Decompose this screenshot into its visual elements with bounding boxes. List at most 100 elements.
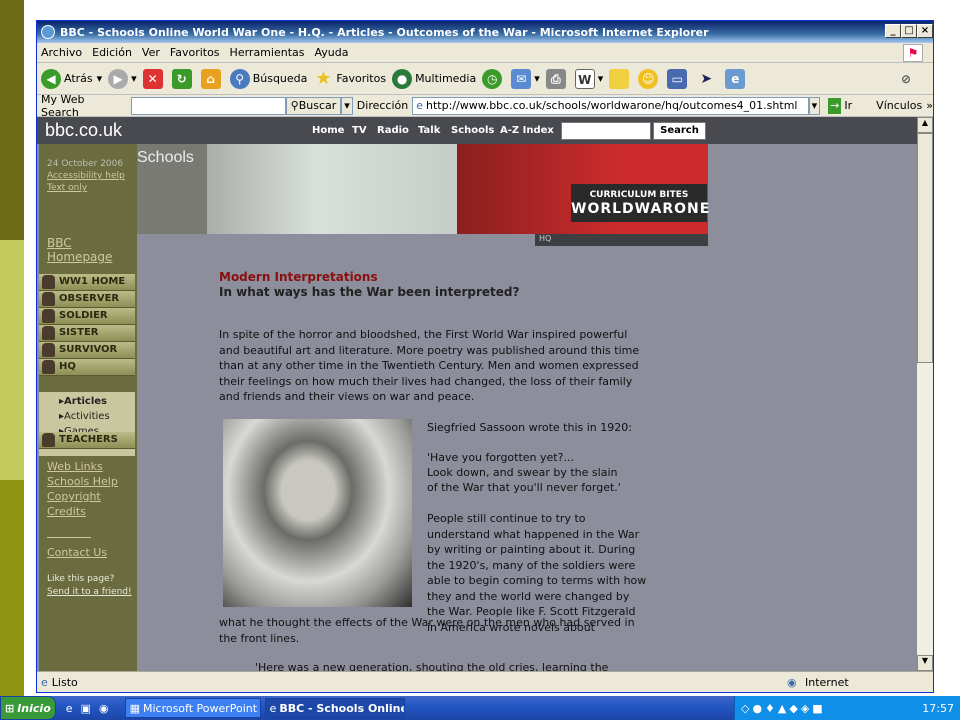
credits-link[interactable]: Credits bbox=[47, 505, 86, 518]
site-search-button[interactable]: Search bbox=[653, 122, 706, 140]
word-icon: W bbox=[574, 68, 595, 89]
stop-button[interactable]: ✕ bbox=[142, 68, 166, 89]
task-powerpoint[interactable]: ▦Microsoft PowerPoint - [... bbox=[124, 698, 261, 718]
site-search-input[interactable] bbox=[561, 122, 651, 140]
multimedia-button[interactable]: ● Multimedia bbox=[392, 68, 476, 89]
nav-soldier[interactable]: SOLDIER bbox=[39, 308, 135, 325]
go-label: Ir bbox=[844, 98, 853, 112]
maximize-button[interactable]: □ bbox=[901, 24, 917, 38]
windows-logo-icon: ⊞ bbox=[5, 701, 15, 715]
back-button[interactable]: ◀ Atrás ▾ bbox=[41, 68, 102, 89]
article-paragraph-2b: what he thought the effects of the War w… bbox=[219, 616, 635, 645]
menu-ayuda[interactable]: Ayuda bbox=[314, 46, 348, 59]
smiley-icon: ☺ bbox=[638, 68, 659, 89]
web-links-link[interactable]: Web Links bbox=[47, 460, 103, 473]
page-status-icon: e bbox=[41, 675, 48, 689]
scroll-down-button[interactable]: ▼ bbox=[917, 655, 933, 671]
nav-survivor[interactable]: SURVIVOR bbox=[39, 342, 135, 359]
edit-button[interactable]: W ▾ bbox=[574, 68, 603, 89]
sub-activities[interactable]: ▸Activities bbox=[59, 411, 110, 422]
mail-icon: ✉ bbox=[511, 68, 532, 89]
start-button[interactable]: ⊞ Inicio bbox=[0, 696, 56, 720]
quicklaunch-desktop-icon[interactable]: ▣ bbox=[81, 702, 91, 715]
nav-talk[interactable]: Talk bbox=[418, 125, 440, 136]
task-ie-label: BBC - Schools Online ... bbox=[279, 701, 405, 715]
powerpoint-icon: ▦ bbox=[129, 701, 140, 715]
hq-label: HQ bbox=[535, 234, 708, 246]
scroll-up-button[interactable]: ▲ bbox=[917, 117, 933, 133]
close-button[interactable]: × bbox=[917, 24, 933, 38]
minimize-button[interactable]: _ bbox=[885, 24, 901, 38]
refresh-button[interactable]: ↻ bbox=[171, 68, 195, 89]
links-label[interactable]: Vínculos bbox=[876, 99, 922, 112]
home-button[interactable]: ⌂ bbox=[200, 68, 224, 89]
messenger-button[interactable]: ☺ bbox=[638, 68, 661, 89]
home-icon: ⌂ bbox=[200, 68, 221, 89]
menu-favoritos[interactable]: Favoritos bbox=[170, 46, 220, 59]
extension-button[interactable]: ⊘ bbox=[896, 69, 919, 89]
forward-button[interactable]: ▶ ▾ bbox=[108, 68, 137, 89]
back-label: Atrás bbox=[64, 72, 93, 85]
nav-sister[interactable]: SISTER bbox=[39, 325, 135, 342]
nav-observer[interactable]: OBSERVER bbox=[39, 291, 135, 308]
slide-bar-top bbox=[0, 0, 24, 240]
mail-button[interactable]: ✉ ▾ bbox=[511, 68, 540, 89]
nav-radio[interactable]: Radio bbox=[377, 125, 409, 136]
buscar-dropdown[interactable]: ▾ bbox=[341, 96, 353, 115]
nav-hq[interactable]: HQ bbox=[39, 359, 135, 376]
page-icon: e bbox=[416, 98, 424, 112]
task-powerpoint-label: Microsoft PowerPoint - [... bbox=[142, 701, 260, 715]
menu-herramientas[interactable]: Herramientas bbox=[230, 46, 305, 59]
url-value: http://www.bbc.co.uk/schools/worldwarone… bbox=[426, 98, 798, 112]
bbc-logo[interactable]: bbc.co.uk bbox=[45, 120, 122, 141]
cursor-button[interactable]: ➤ bbox=[696, 69, 719, 89]
mywebsearch-input[interactable] bbox=[131, 96, 286, 115]
nav-az-index[interactable]: A-Z Index bbox=[500, 125, 554, 136]
menu-edicion[interactable]: Edición bbox=[92, 46, 132, 59]
send-friend-link[interactable]: Send it to a friend! bbox=[47, 587, 132, 597]
schools-help-link[interactable]: Schools Help bbox=[47, 475, 118, 488]
task-ie[interactable]: eBBC - Schools Online ... bbox=[264, 698, 405, 718]
quicklaunch-media-icon[interactable]: ◉ bbox=[99, 702, 109, 715]
search-label: Búsqueda bbox=[252, 72, 308, 85]
history-button[interactable]: ◷ bbox=[482, 68, 505, 89]
sassoon-quote-line-2: Look down, and swear by the slain bbox=[427, 466, 618, 479]
print-button[interactable]: ⎙ bbox=[545, 68, 569, 89]
cursor-icon: ➤ bbox=[700, 70, 713, 87]
article-subheading: In what ways has the War been interprete… bbox=[219, 285, 520, 299]
menu-archivo[interactable]: Archivo bbox=[41, 46, 82, 59]
url-dropdown[interactable]: ▾ bbox=[808, 96, 821, 115]
research-button[interactable]: e bbox=[725, 68, 748, 89]
copyright-link[interactable]: Copyright bbox=[47, 490, 101, 503]
note-icon bbox=[609, 68, 630, 89]
search-button[interactable]: ⚲ Búsqueda bbox=[229, 68, 308, 89]
nav-teachers[interactable]: TEACHERS bbox=[39, 432, 135, 449]
observer-figure-icon bbox=[42, 292, 55, 306]
sassoon-intro: Siegfried Sassoon wrote this in 1920: bbox=[427, 421, 632, 434]
contact-us-link[interactable]: Contact Us bbox=[47, 546, 107, 559]
sub-articles[interactable]: ▸Articles bbox=[59, 396, 107, 407]
buscar-button[interactable]: ⚲ Buscar bbox=[285, 96, 342, 115]
nav-tv[interactable]: TV bbox=[352, 125, 367, 136]
vertical-scrollbar[interactable]: ▲ ▼ bbox=[917, 117, 933, 671]
menu-ver[interactable]: Ver bbox=[142, 46, 160, 59]
bbc-homepage-link[interactable]: BBC Homepage bbox=[47, 236, 137, 264]
curriculum-bites: CURRICULUM BITES bbox=[589, 190, 689, 200]
accessibility-link[interactable]: Accessibility help bbox=[47, 171, 125, 181]
text-only-link[interactable]: Text only bbox=[47, 183, 87, 193]
nav-ww1-home[interactable]: WW1 HOME bbox=[39, 274, 135, 291]
tray-icons[interactable]: ◇●♦▲◆◈■ bbox=[741, 702, 826, 715]
discuss-button[interactable] bbox=[609, 68, 632, 89]
favorites-button[interactable]: ★ Favoritos bbox=[313, 68, 387, 89]
url-input[interactable]: e http://www.bbc.co.uk/schools/worldwaron… bbox=[412, 96, 809, 115]
nav-home[interactable]: Home bbox=[312, 125, 344, 136]
scroll-thumb[interactable] bbox=[917, 133, 933, 363]
favorites-label: Favoritos bbox=[336, 72, 387, 85]
sister-figure-icon bbox=[42, 326, 55, 340]
go-button[interactable]: → Ir bbox=[824, 96, 857, 115]
nav-schools[interactable]: Schools bbox=[451, 125, 494, 136]
quicklaunch-ie-icon[interactable]: e bbox=[66, 702, 73, 715]
status-bar: e Listo ◉ Internet bbox=[37, 671, 933, 692]
computer-button[interactable]: ▭ bbox=[667, 68, 690, 89]
wwone-text: WORLDWARONE bbox=[571, 201, 711, 217]
